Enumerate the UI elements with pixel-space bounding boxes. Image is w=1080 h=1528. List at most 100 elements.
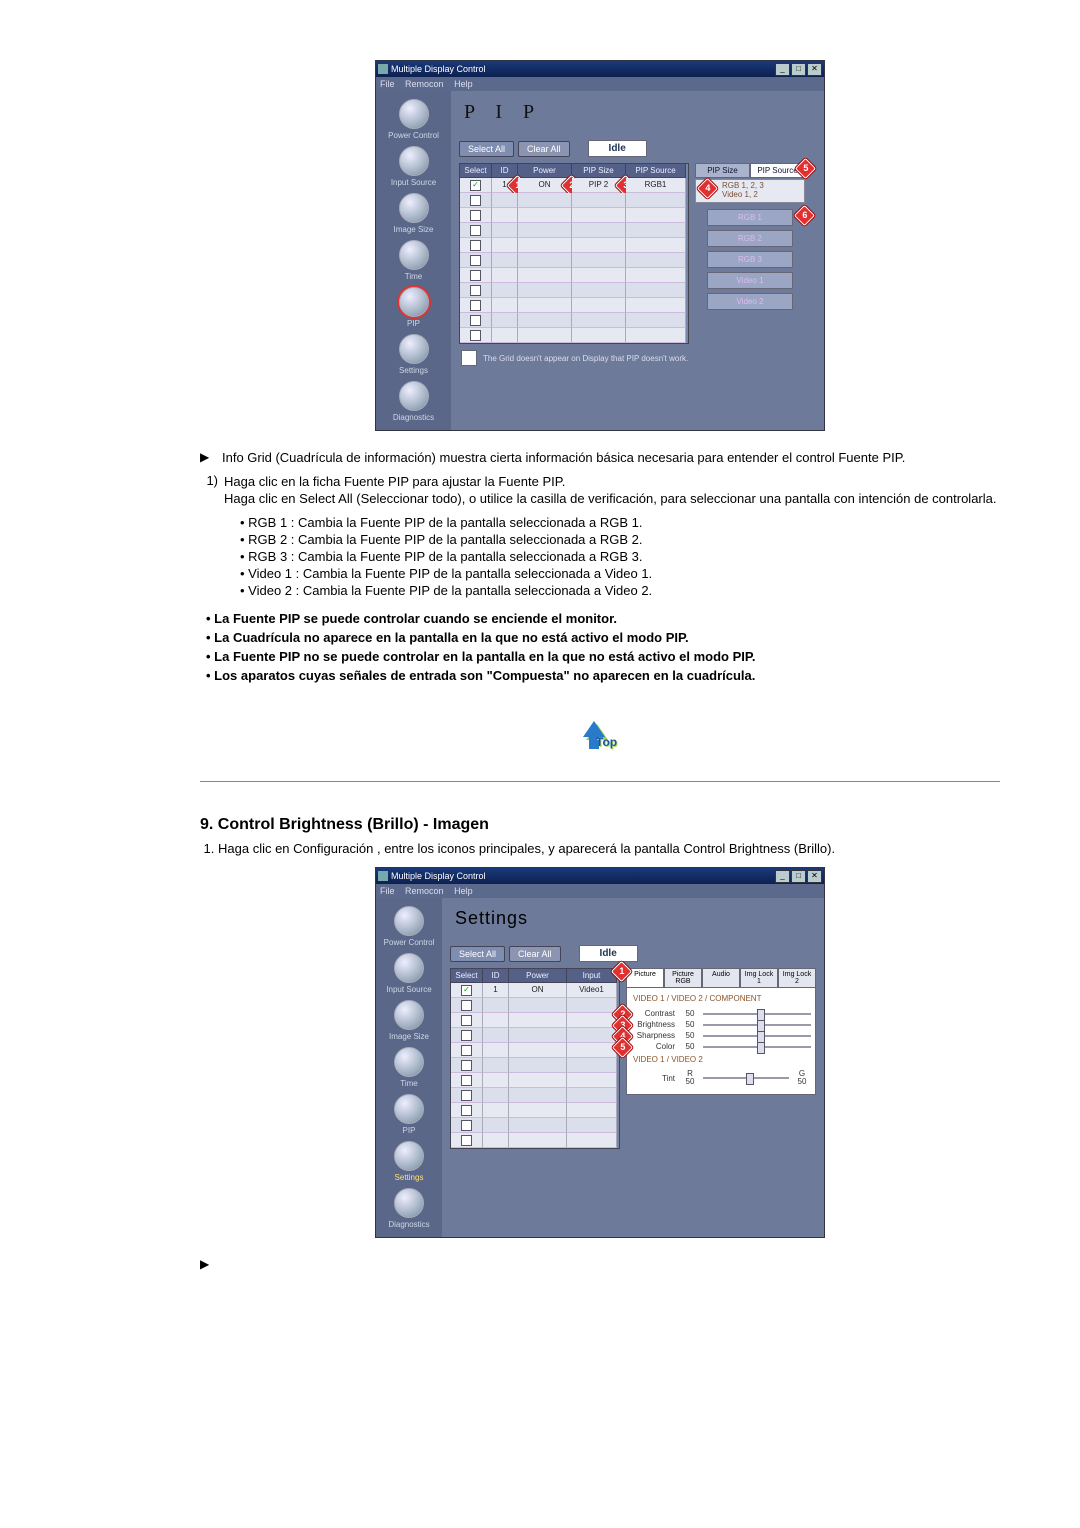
select-all-button[interactable]: Select All (450, 946, 505, 962)
maximize-button[interactable]: □ (791, 63, 806, 76)
close-button[interactable]: ✕ (807, 63, 822, 76)
table-row[interactable] (451, 998, 619, 1013)
menu-file[interactable]: File (380, 886, 395, 896)
sidebar-item-pip[interactable]: PIP (376, 285, 451, 330)
sidebar-item-imagesize[interactable]: Image Size (376, 998, 442, 1043)
table-row[interactable] (451, 1043, 619, 1058)
minimize-button[interactable]: _ (775, 870, 790, 883)
sidebar-item-settings[interactable]: Settings (376, 1139, 442, 1184)
color-slider[interactable]: 5 Color 50 (631, 1042, 811, 1051)
arrow-bullet-icon: ▶ (200, 1256, 214, 1272)
sidebar-item-input[interactable]: Input Source (376, 144, 451, 189)
col-select: Select (451, 969, 483, 983)
settings-icon (394, 1141, 424, 1171)
app-icon (378, 64, 388, 74)
col-select: Select (460, 164, 492, 178)
sidebar: Power Control Input Source Image Size Ti… (376, 898, 442, 1237)
menu-help[interactable]: Help (454, 79, 473, 89)
table-row[interactable] (460, 208, 688, 223)
table-row[interactable] (451, 1058, 619, 1073)
input-icon (399, 146, 429, 176)
menu-file[interactable]: File (380, 79, 395, 89)
pip-right-panel: PIP Size PIP Source 5 4 RGB 1, 2, 3 Vide… (695, 163, 805, 314)
table-row[interactable] (460, 193, 688, 208)
table-row[interactable] (451, 1013, 619, 1028)
table-row[interactable] (460, 313, 688, 328)
sharpness-slider[interactable]: 4 Sharpness 50 (631, 1031, 811, 1040)
menubar: File Remocon Help (376, 884, 824, 898)
menu-help[interactable]: Help (454, 886, 473, 896)
table-row[interactable] (460, 283, 688, 298)
sidebar-item-diagnostics[interactable]: Diagnostics (376, 1186, 442, 1231)
close-button[interactable]: ✕ (807, 870, 822, 883)
tint-slider[interactable]: Tint R 50 G 50 (631, 1070, 811, 1086)
table-row[interactable] (451, 1103, 619, 1118)
table-row[interactable]: 1 ON Video1 (451, 983, 619, 998)
col-id: ID (483, 969, 509, 983)
diagnostics-icon (399, 381, 429, 411)
settings-icon (399, 334, 429, 364)
table-row[interactable] (460, 268, 688, 283)
sidebar-item-pip[interactable]: PIP (376, 1092, 442, 1137)
group-label: VIDEO 1 / VIDEO 2 (631, 1053, 811, 1068)
table-row[interactable] (460, 238, 688, 253)
col-power: Power (509, 969, 567, 983)
sidebar-item-settings[interactable]: Settings (376, 332, 451, 377)
doc-intro: ▶ Info Grid (Cuadrícula de información) … (200, 449, 1000, 685)
table-row[interactable] (451, 1118, 619, 1133)
maximize-button[interactable]: □ (791, 870, 806, 883)
list-number: 1) (200, 473, 218, 508)
tab-picture-rgb[interactable]: Picture RGB (664, 968, 702, 987)
table-row[interactable]: 1 1 ON 2 PIP 2 3 RGB1 (460, 178, 688, 193)
menu-remocon[interactable]: Remocon (405, 886, 444, 896)
list-item: • RGB 1 : Cambia la Fuente PIP de la pan… (240, 514, 1000, 531)
source-video2-button[interactable]: Video 2 (707, 293, 793, 310)
row-checkbox[interactable] (470, 180, 481, 191)
brightness-slider[interactable]: 3 Brightness 50 (631, 1020, 811, 1029)
menu-remocon[interactable]: Remocon (405, 79, 444, 89)
tab-audio[interactable]: Audio (702, 968, 740, 987)
sidebar-item-diagnostics[interactable]: Diagnostics (376, 379, 451, 424)
table-row[interactable] (451, 1028, 619, 1043)
col-id: ID (492, 164, 518, 178)
list-item: • Los aparatos cuyas señales de entrada … (206, 666, 1000, 685)
table-row[interactable] (451, 1088, 619, 1103)
contrast-slider[interactable]: 2 Contrast 50 (631, 1009, 811, 1018)
sidebar-item-power[interactable]: Power Control (376, 97, 451, 142)
minimize-button[interactable]: _ (775, 63, 790, 76)
source-hint: 4 RGB 1, 2, 3 Video 1, 2 (695, 179, 805, 203)
source-rgb1-button[interactable]: RGB 1 6 (707, 209, 793, 226)
back-to-top-icon[interactable]: Top (580, 721, 620, 761)
dot-list: • RGB 1 : Cambia la Fuente PIP de la pan… (240, 514, 1000, 599)
settings-grid: Select ID Power Input 1 ON Video1 (450, 968, 620, 1149)
table-row[interactable] (460, 328, 688, 343)
tab-imglock1[interactable]: Img Lock 1 (740, 968, 778, 987)
sidebar-item-imagesize[interactable]: Image Size (376, 191, 451, 236)
window-title: Multiple Display Control (391, 64, 775, 74)
menubar: File Remocon Help (376, 77, 824, 91)
table-row[interactable] (460, 253, 688, 268)
list-item: • RGB 2 : Cambia la Fuente PIP de la pan… (240, 531, 1000, 548)
sidebar-item-power[interactable]: Power Control (376, 904, 442, 949)
clear-all-button[interactable]: Clear All (509, 946, 561, 962)
source-rgb2-button[interactable]: RGB 2 (707, 230, 793, 247)
sidebar-item-input[interactable]: Input Source (376, 951, 442, 996)
source-rgb3-button[interactable]: RGB 3 (707, 251, 793, 268)
table-row[interactable] (451, 1073, 619, 1088)
tab-pipsize[interactable]: PIP Size (695, 163, 750, 178)
idle-indicator: Idle (579, 945, 638, 962)
tab-imglock2[interactable]: Img Lock 2 (778, 968, 816, 987)
row-checkbox[interactable] (461, 985, 472, 996)
arrow-bullet-icon: ▶ (200, 449, 214, 467)
notes-list: • La Fuente PIP se puede controlar cuand… (206, 609, 1000, 685)
table-row[interactable] (451, 1133, 619, 1148)
sidebar-item-time[interactable]: Time (376, 1045, 442, 1090)
select-all-button[interactable]: Select All (459, 141, 514, 157)
sidebar-item-time[interactable]: Time (376, 238, 451, 283)
settings-window: Multiple Display Control _ □ ✕ File Remo… (375, 867, 825, 1238)
table-row[interactable] (460, 298, 688, 313)
source-video1-button[interactable]: Video 1 (707, 272, 793, 289)
clear-all-button[interactable]: Clear All (518, 141, 570, 157)
table-row[interactable] (460, 223, 688, 238)
main-panel-pip: P I P Select All Clear All Idle Select I… (451, 91, 824, 430)
